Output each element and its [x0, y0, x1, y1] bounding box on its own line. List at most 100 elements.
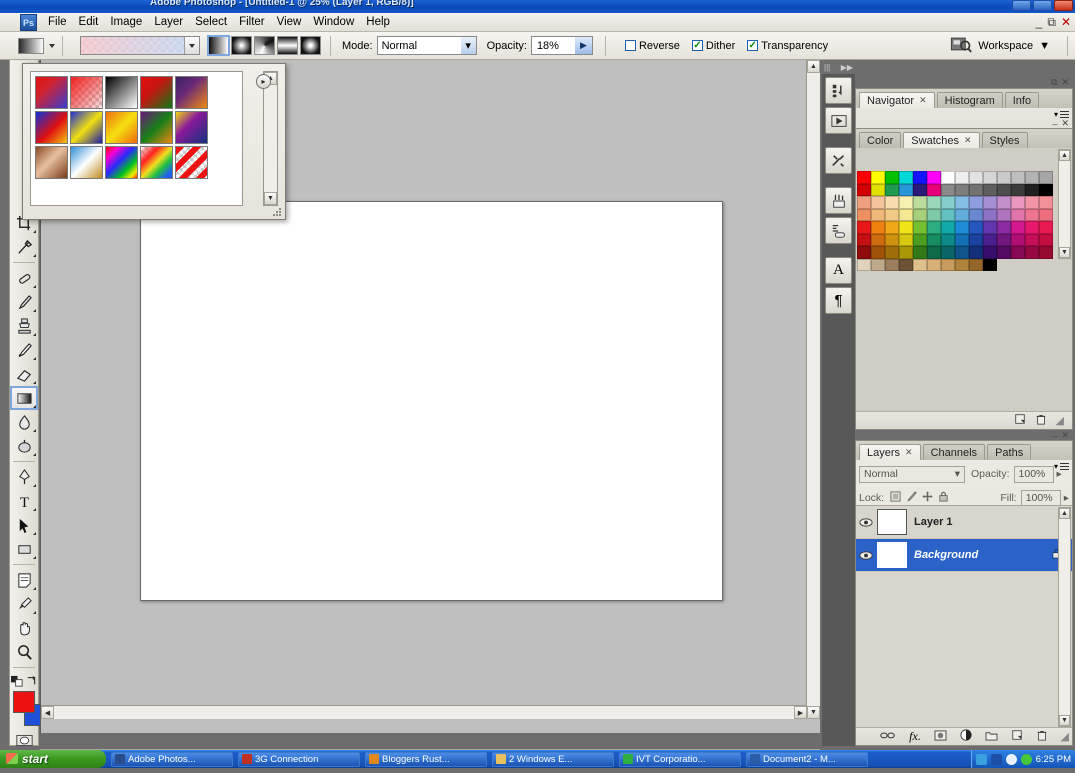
layer-visibility-eye-icon[interactable] — [859, 517, 873, 528]
menu-layer[interactable]: Layer — [148, 14, 189, 30]
taskbar-item-photoshop[interactable]: Adobe Photos... — [111, 751, 233, 767]
opacity-input[interactable]: 18% ▶ — [530, 36, 593, 55]
eyedropper-tool[interactable] — [10, 592, 38, 616]
gradient-preset-foreground-to-background[interactable] — [35, 76, 68, 109]
menu-select[interactable]: Select — [189, 14, 233, 30]
doc-restore-icon[interactable]: ⧉ — [1047, 15, 1056, 30]
gradient-preset-copper[interactable] — [35, 146, 68, 179]
layer-mask-icon[interactable] — [934, 729, 947, 744]
gradient-preset-orange-yellow-orange[interactable] — [105, 111, 138, 144]
menu-window[interactable]: Window — [307, 14, 360, 30]
tool-preset-picker-icon[interactable] — [825, 217, 852, 244]
reverse-checkbox-wrap[interactable]: Reverse — [624, 40, 680, 52]
color-swatch[interactable] — [927, 246, 941, 259]
color-swatch[interactable] — [899, 258, 913, 271]
navigator-minimize-icon[interactable]: ⧉ — [1051, 77, 1057, 88]
color-swatch[interactable] — [955, 171, 969, 184]
color-swatch[interactable] — [857, 171, 871, 184]
swatches-resize-grip[interactable]: ◢ — [1056, 414, 1064, 427]
lock-image-icon[interactable] — [906, 491, 917, 505]
default-swap-colors[interactable] — [10, 671, 38, 691]
color-swatch[interactable] — [857, 196, 871, 209]
gradient-preset-violet-green-orange[interactable] — [140, 111, 173, 144]
color-swatch[interactable] — [899, 183, 913, 196]
layer-opacity-field[interactable]: 100% — [1013, 465, 1054, 483]
lock-transparent-icon[interactable] — [890, 491, 901, 505]
gradient-picker-chevron-down-icon[interactable] — [184, 37, 199, 54]
gradient-preset-list[interactable] — [30, 71, 243, 206]
color-swatch[interactable] — [871, 221, 885, 234]
gradient-tool[interactable] — [10, 386, 38, 410]
gradient-picker-popup[interactable]: ▲ ▼ ▸ — [22, 63, 286, 220]
swatches-scrollbar[interactable]: ▲ ▼ — [1058, 149, 1071, 259]
eraser-tool[interactable] — [10, 362, 38, 386]
dock-header[interactable]: ||| ▶▶ — [822, 60, 855, 74]
color-swatch[interactable] — [871, 183, 885, 196]
transparency-checkbox-wrap[interactable]: ✓ Transparency — [747, 40, 828, 52]
color-swatch[interactable] — [983, 246, 997, 259]
color-swatch[interactable] — [955, 258, 969, 271]
layer-fill-field[interactable]: 100% — [1020, 489, 1061, 507]
color-swatch[interactable] — [899, 221, 913, 234]
notes-tool[interactable] — [10, 568, 38, 592]
scroll-up-arrow-icon[interactable]: ▲ — [807, 60, 820, 73]
tab-channels[interactable]: Channels — [922, 444, 986, 460]
close-layers-icon[interactable]: ✕ — [905, 447, 913, 458]
gradient-preset-violet-orange[interactable] — [175, 76, 208, 109]
color-swatch[interactable] — [969, 246, 983, 259]
color-swatch[interactable] — [927, 221, 941, 234]
menu-image[interactable]: Image — [104, 14, 148, 30]
close-navigator-icon[interactable]: ✕ — [919, 95, 927, 106]
color-swatch[interactable] — [899, 171, 913, 184]
color-swatch[interactable] — [927, 233, 941, 246]
delete-layer-trash-icon[interactable] — [1036, 729, 1048, 744]
color-swatch[interactable] — [983, 221, 997, 234]
color-swatch[interactable] — [969, 221, 983, 234]
color-swatch[interactable] — [1039, 196, 1053, 209]
table-row[interactable]: Layer 1 — [856, 506, 1072, 539]
diamond-gradient-button[interactable] — [300, 36, 321, 55]
picker-menu-icon[interactable]: ▸ — [256, 74, 271, 89]
type-tool[interactable]: T — [10, 489, 38, 513]
scroll-right-arrow-icon[interactable]: ▶ — [794, 706, 807, 719]
color-swatch[interactable] — [955, 233, 969, 246]
canvas-vertical-scrollbar[interactable]: ▲ ▼ — [806, 60, 820, 719]
close-button[interactable] — [1054, 0, 1073, 11]
color-swatches[interactable] — [10, 691, 46, 729]
tab-color[interactable]: Color — [859, 132, 902, 148]
taskbar-item-3g-connection[interactable]: 3G Connection — [238, 751, 360, 767]
gradient-preview-picker[interactable] — [80, 36, 200, 55]
layer-style-fx-icon[interactable]: fx. — [909, 729, 921, 744]
color-swatch[interactable] — [913, 171, 927, 184]
color-swatch[interactable] — [997, 233, 1011, 246]
new-swatch-icon[interactable] — [1014, 413, 1026, 428]
color-swatch[interactable] — [955, 221, 969, 234]
gradient-preset-yellow-violet-orange-blue[interactable] — [175, 111, 208, 144]
color-swatch[interactable] — [913, 246, 927, 259]
rectangle-shape-tool[interactable] — [10, 537, 38, 561]
lock-position-icon[interactable] — [922, 491, 933, 505]
color-swatch[interactable] — [955, 246, 969, 259]
navigator-close-icon[interactable]: ✕ — [1061, 77, 1069, 88]
color-swatch[interactable] — [969, 183, 983, 196]
gradient-preset-black-white[interactable] — [105, 76, 138, 109]
color-swatch[interactable] — [927, 183, 941, 196]
color-swatch[interactable] — [913, 221, 927, 234]
volume-icon[interactable] — [1005, 753, 1017, 765]
scroll-left-arrow-icon[interactable]: ◀ — [41, 706, 54, 719]
color-swatch[interactable] — [969, 233, 983, 246]
color-swatch[interactable] — [983, 233, 997, 246]
collapse-chevrons-icon[interactable]: ▶▶ — [841, 63, 853, 72]
reverse-checkbox[interactable] — [624, 40, 636, 51]
color-swatch[interactable] — [1011, 171, 1025, 184]
color-swatch[interactable] — [1039, 171, 1053, 184]
color-swatch[interactable] — [983, 208, 997, 221]
layers-resize-grip[interactable]: ◢ — [1061, 730, 1069, 743]
color-swatch[interactable] — [1039, 208, 1053, 221]
scroll-down-arrow-icon[interactable]: ▼ — [807, 706, 820, 719]
doc-close-icon[interactable]: ✕ — [1061, 15, 1071, 29]
color-swatch[interactable] — [941, 183, 955, 196]
shield-icon[interactable] — [1020, 753, 1032, 765]
table-row[interactable]: Background — [856, 539, 1072, 572]
swatches-minimize-icon[interactable]: – — [1052, 119, 1057, 129]
